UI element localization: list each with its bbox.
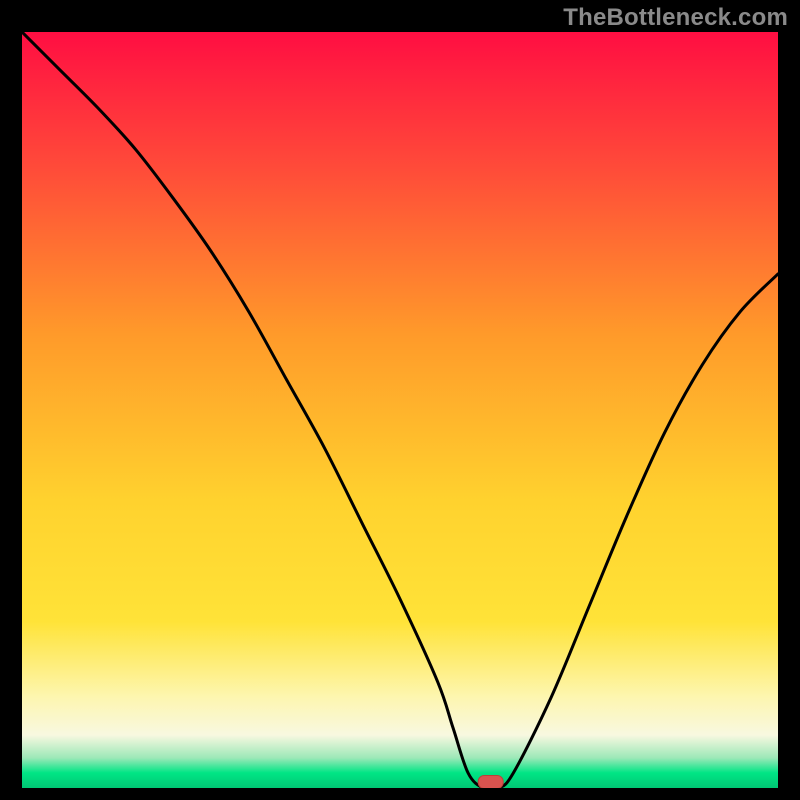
gradient-background — [22, 32, 778, 788]
bottleneck-chart — [22, 32, 778, 788]
watermark-text: TheBottleneck.com — [563, 4, 788, 32]
optimal-marker — [478, 776, 503, 789]
chart-frame: TheBottleneck.com — [0, 0, 800, 800]
